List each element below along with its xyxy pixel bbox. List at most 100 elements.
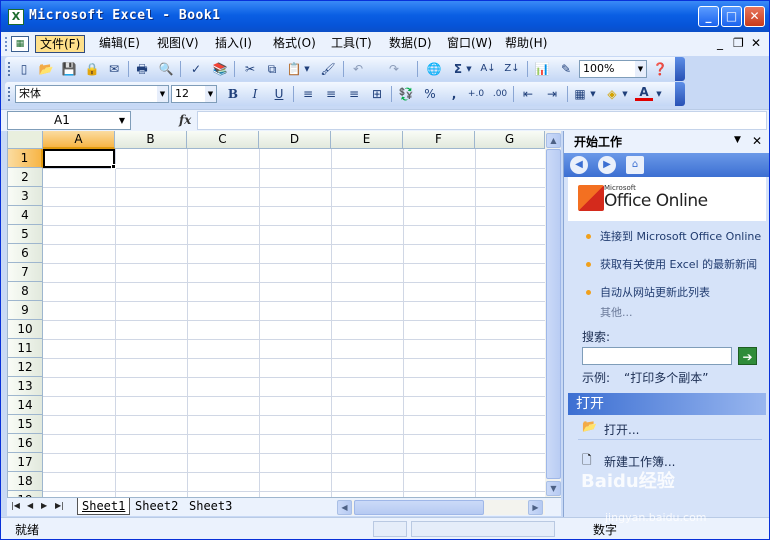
font-name-select[interactable]: 宋体 ▼	[15, 85, 169, 103]
menu-help[interactable]: 帮助(H)	[501, 35, 551, 53]
forward-icon[interactable]: ▶	[598, 156, 616, 174]
column-header-a[interactable]: A	[43, 131, 115, 149]
decrease-indent-icon[interactable]: ⇤	[519, 85, 537, 103]
decrease-decimal-icon[interactable]: .00	[491, 85, 509, 103]
row-header[interactable]: 11	[8, 339, 43, 358]
zoom-select[interactable]: 100% ▼	[579, 60, 647, 78]
row-header[interactable]: 5	[8, 225, 43, 244]
font-size-select[interactable]: 12 ▼	[171, 85, 217, 103]
drawing-icon[interactable]: ✎	[557, 60, 575, 78]
row-header[interactable]: 10	[8, 320, 43, 339]
row-header[interactable]: 4	[8, 206, 43, 225]
first-sheet-icon[interactable]: |◀	[11, 501, 20, 510]
menu-insert[interactable]: 插入(I)	[211, 35, 256, 53]
menu-data[interactable]: 数据(D)	[385, 35, 436, 53]
spelling-icon[interactable]: ✓	[187, 60, 205, 78]
worksheet-grid[interactable]: A B C D E F G 1 2 3 4 5 6 7 8 9 10 11 12…	[7, 131, 561, 497]
sort-descending-icon[interactable]: Z↓	[503, 60, 521, 78]
align-right-icon[interactable]: ≡	[345, 85, 363, 103]
font-color-icon[interactable]: A	[635, 85, 653, 101]
chart-wizard-icon[interactable]: 📊	[533, 60, 551, 78]
fill-handle[interactable]	[111, 164, 116, 169]
link-more[interactable]: 其他...	[600, 307, 762, 319]
email-icon[interactable]: ✉	[105, 60, 123, 78]
row-header[interactable]: 3	[8, 187, 43, 206]
toolbar-grip[interactable]	[8, 87, 11, 101]
column-header-e[interactable]: E	[331, 131, 403, 149]
column-header-f[interactable]: F	[403, 131, 475, 149]
formula-input[interactable]	[197, 111, 767, 130]
comma-style-button[interactable]: ,	[445, 85, 463, 103]
scroll-left-icon[interactable]: ◀	[337, 500, 352, 515]
menu-file[interactable]: 文件(F)	[35, 35, 86, 53]
merge-center-icon[interactable]: ⊞	[368, 85, 386, 103]
redo-icon[interactable]: ↷	[385, 60, 403, 78]
name-box[interactable]: A1 ▼	[7, 111, 131, 130]
title-bar[interactable]: X Microsoft Excel - Book1 _ □ ✕	[1, 1, 769, 32]
sheet-tab-sheet1[interactable]: Sheet1	[77, 498, 131, 515]
paste-icon[interactable]: 📋	[285, 60, 303, 78]
print-icon[interactable]: 🖶	[133, 60, 151, 78]
cut-icon[interactable]: ✂	[241, 60, 259, 78]
align-left-icon[interactable]: ≡	[299, 85, 317, 103]
fill-color-dropdown-icon[interactable]: ▼	[621, 85, 629, 103]
increase-indent-icon[interactable]: ⇥	[543, 85, 561, 103]
sort-ascending-icon[interactable]: A↓	[479, 60, 497, 78]
borders-icon[interactable]: ▦	[571, 85, 589, 103]
chevron-down-icon[interactable]: ▼	[635, 61, 646, 77]
permission-icon[interactable]: 🔒	[83, 60, 101, 78]
vertical-scroll-thumb[interactable]	[546, 149, 561, 479]
row-header[interactable]: 17	[8, 453, 43, 472]
autosum-dropdown-icon[interactable]: ▼	[465, 60, 473, 78]
minimize-button[interactable]: _	[698, 6, 719, 27]
menu-format[interactable]: 格式(O)	[269, 35, 320, 53]
chevron-down-icon[interactable]: ▼	[114, 112, 130, 129]
open-icon[interactable]: 📂	[37, 60, 55, 78]
row-header[interactable]: 7	[8, 263, 43, 282]
copy-icon[interactable]: ⧉	[263, 60, 281, 78]
research-icon[interactable]: 📚	[211, 60, 229, 78]
select-all-button[interactable]	[8, 131, 43, 149]
row-header[interactable]: 2	[8, 168, 43, 187]
new-icon[interactable]: ▯	[15, 60, 33, 78]
borders-dropdown-icon[interactable]: ▼	[589, 85, 597, 103]
scroll-up-icon[interactable]: ▲	[546, 133, 561, 148]
column-header-d[interactable]: D	[259, 131, 331, 149]
underline-button[interactable]: U	[270, 85, 288, 103]
column-header-b[interactable]: B	[115, 131, 187, 149]
bold-button[interactable]: B	[224, 85, 242, 103]
row-header[interactable]: 1	[8, 149, 43, 168]
insert-function-icon[interactable]: fx	[179, 113, 191, 127]
row-header[interactable]: 8	[8, 282, 43, 301]
open-file-link[interactable]: 打开...	[604, 421, 639, 438]
sheet-tab-sheet3[interactable]: Sheet3	[185, 498, 236, 515]
chevron-down-icon[interactable]: ▼	[157, 86, 168, 102]
row-header[interactable]: 18	[8, 472, 43, 491]
menu-edit[interactable]: 编辑(E)	[95, 35, 144, 53]
row-header[interactable]: 15	[8, 415, 43, 434]
row-header[interactable]: 16	[8, 434, 43, 453]
doc-restore-button[interactable]: ❐	[733, 36, 744, 50]
undo-icon[interactable]: ↶	[349, 60, 367, 78]
close-icon[interactable]: ✕	[752, 134, 762, 148]
excel-app-icon[interactable]: X	[8, 9, 24, 25]
vertical-scrollbar[interactable]: ▲ ▼	[545, 131, 561, 497]
chevron-down-icon[interactable]: ▼	[205, 86, 216, 102]
home-icon[interactable]: ⌂	[626, 156, 644, 174]
doc-minimize-button[interactable]: _	[717, 36, 723, 50]
row-header[interactable]: 6	[8, 244, 43, 263]
toolbar-options-icon[interactable]	[675, 82, 685, 106]
toolbar-grip[interactable]	[8, 62, 11, 76]
link-auto-update[interactable]: 自动从网站更新此列表	[600, 287, 762, 299]
column-header-g[interactable]: G	[475, 131, 545, 149]
hyperlink-icon[interactable]: 🌐	[425, 60, 443, 78]
next-sheet-icon[interactable]: ▶	[41, 501, 47, 510]
menu-view[interactable]: 视图(V)	[153, 35, 203, 53]
doc-close-button[interactable]: ✕	[751, 36, 761, 50]
scroll-right-icon[interactable]: ▶	[528, 500, 543, 515]
workbook-icon[interactable]: ▦	[11, 36, 29, 52]
percent-style-button[interactable]: %	[421, 85, 439, 103]
row-header[interactable]: 13	[8, 377, 43, 396]
scroll-down-icon[interactable]: ▼	[546, 481, 561, 496]
menubar-grip[interactable]	[5, 37, 8, 51]
